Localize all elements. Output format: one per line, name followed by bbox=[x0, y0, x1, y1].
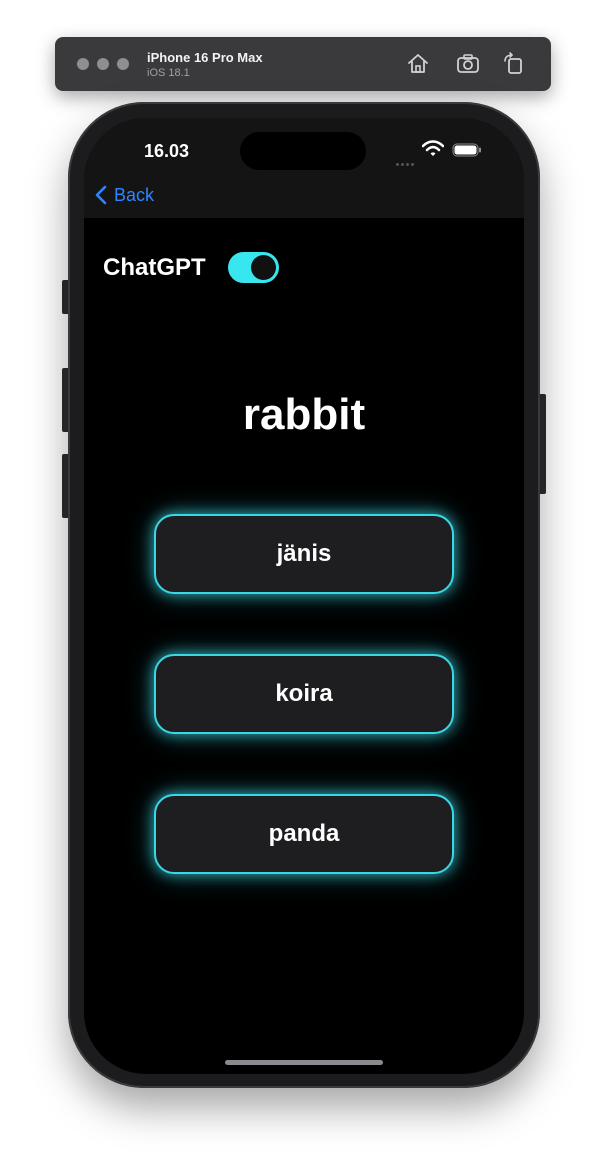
navigation-bar: 16.03 Back bbox=[84, 118, 524, 218]
window-close-dot[interactable] bbox=[77, 58, 89, 70]
rotate-icon[interactable] bbox=[501, 51, 527, 77]
chatgpt-toggle[interactable] bbox=[227, 252, 279, 283]
wifi-icon bbox=[422, 140, 444, 156]
toggle-knob bbox=[250, 255, 276, 280]
answer-option-koira[interactable]: koira bbox=[154, 654, 454, 734]
chatgpt-setting-row: ChatGPT bbox=[103, 252, 279, 283]
window-minimize-dot[interactable] bbox=[97, 58, 109, 70]
chevron-left-icon bbox=[95, 185, 107, 205]
dynamic-island bbox=[240, 132, 366, 170]
answer-option-janis[interactable]: jänis bbox=[154, 514, 454, 594]
answer-option-panda[interactable]: panda bbox=[154, 794, 454, 874]
simulator-toolbar: iPhone 16 Pro Max iOS 18.1 bbox=[55, 37, 551, 91]
chatgpt-label: ChatGPT bbox=[103, 253, 206, 281]
home-indicator[interactable] bbox=[225, 1060, 383, 1065]
screenshot-icon[interactable] bbox=[455, 51, 481, 77]
simulator-os-version: iOS 18.1 bbox=[147, 67, 190, 79]
window-zoom-dot[interactable] bbox=[117, 58, 129, 70]
device-screen: 16.03 Back ChatGPT rabbit jänis koira pa… bbox=[84, 118, 524, 1074]
status-time: 16.03 bbox=[144, 141, 190, 161]
simulator-device-name: iPhone 16 Pro Max bbox=[147, 50, 263, 65]
back-button-label: Back bbox=[114, 184, 155, 205]
cellular-signal-icon bbox=[396, 153, 416, 171]
home-icon[interactable] bbox=[405, 51, 431, 77]
battery-icon bbox=[452, 143, 481, 157]
quiz-word: rabbit bbox=[242, 390, 366, 439]
back-button[interactable]: Back bbox=[94, 184, 154, 206]
